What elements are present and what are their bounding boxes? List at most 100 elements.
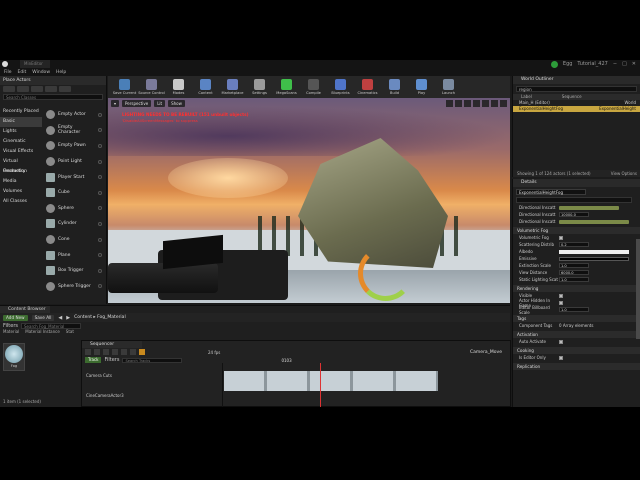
place-item[interactable]: Empty Pawn	[43, 138, 105, 154]
find-icon[interactable]	[94, 349, 100, 355]
add-track-button[interactable]: Track	[85, 357, 102, 363]
category-item[interactable]: Visual Effects	[0, 147, 42, 157]
add-new-button[interactable]: Add New	[3, 314, 28, 321]
scale-icon[interactable]	[464, 100, 471, 107]
place-item[interactable]: Sphere	[43, 201, 105, 217]
toolbar-button-cinematics[interactable]: Cinematics	[354, 76, 381, 98]
section-cooking[interactable]: Cooking	[513, 347, 640, 354]
place-mode-icon[interactable]	[3, 86, 15, 92]
place-item[interactable]: Empty Actor	[43, 107, 105, 123]
filter-tab-material-instance[interactable]: Material Instance	[25, 329, 60, 335]
property-value[interactable]: 0.2	[559, 242, 589, 247]
details-tab[interactable]: Details	[513, 179, 640, 187]
section-replication[interactable]: Replication	[513, 363, 640, 370]
auto-activate-checkbox[interactable]	[559, 339, 563, 344]
place-item[interactable]: Cylinder	[43, 216, 105, 232]
details-scrollbar[interactable]	[636, 239, 640, 339]
property-slider[interactable]	[559, 205, 619, 210]
menu-file[interactable]: File	[4, 70, 12, 75]
content-search-input[interactable]: Search Fog_Material	[21, 322, 81, 329]
hidden-in-game-checkbox[interactable]	[559, 300, 563, 305]
toolbar-button-play[interactable]: Play	[408, 76, 435, 98]
place-actors-tab[interactable]: Place Actors	[0, 76, 106, 85]
level-viewport[interactable]: ▾ Perspective Lit Show LIGHTING NEEDS TO…	[108, 98, 510, 303]
geometry-mode-icon[interactable]	[59, 86, 71, 92]
place-item[interactable]: Player Start	[43, 169, 105, 185]
category-item[interactable]: All Classes	[0, 197, 42, 207]
toolbar-button-megascans[interactable]: MegaScans	[273, 76, 300, 98]
section-activation[interactable]: Activation	[513, 331, 640, 338]
toolbar-button-build[interactable]: Build	[381, 76, 408, 98]
menu-edit[interactable]: Edit	[18, 70, 27, 75]
forward-icon[interactable]: ▶	[66, 315, 70, 321]
section-tags[interactable]: Tags	[513, 315, 640, 322]
asset-tile[interactable]: Fog	[3, 343, 25, 371]
minimize-button[interactable]: −	[613, 61, 617, 67]
source-control-status-icon[interactable]	[550, 60, 558, 68]
albedo-color-swatch[interactable]	[559, 249, 629, 254]
camera-icon[interactable]	[112, 349, 118, 355]
content-path-breadcrumb[interactable]: Content ▸ Fog_Material	[74, 315, 126, 320]
render-icon[interactable]	[103, 349, 109, 355]
perspective-button[interactable]: Perspective	[122, 100, 152, 107]
section-volumetric-fog[interactable]: Volumetric Fog	[513, 227, 640, 234]
place-item[interactable]: Plane	[43, 247, 105, 263]
toolbar-button-content[interactable]: Content	[192, 76, 219, 98]
filters-button[interactable]: Filters	[3, 323, 18, 329]
track-filters-button[interactable]: Filters	[104, 357, 119, 363]
category-item[interactable]: Volumes	[0, 187, 42, 197]
category-item[interactable]: Geometry	[0, 167, 42, 177]
visible-checkbox[interactable]	[559, 293, 563, 298]
property-value[interactable]: 10000.0	[559, 212, 589, 217]
editor-only-checkbox[interactable]	[559, 355, 563, 360]
back-icon[interactable]: ◀	[58, 315, 62, 321]
toolbar-button-marketplace[interactable]: Marketplace	[219, 76, 246, 98]
place-search-input[interactable]: Search Classes	[3, 94, 103, 100]
track-cine-camera[interactable]: CineCameraActor3	[86, 393, 124, 398]
category-item[interactable]: Virtual Production	[0, 157, 42, 174]
lit-button[interactable]: Lit	[154, 100, 166, 107]
grid-snap-icon[interactable]	[473, 100, 480, 107]
outliner-row-selected[interactable]: ExponentialHeightFog ExponentialHeight	[513, 106, 640, 112]
project-tab[interactable]: MinEditor	[20, 60, 50, 68]
toolbar-button-launch[interactable]: Launch	[435, 76, 462, 98]
view-options-button[interactable]: View Options	[611, 170, 637, 177]
category-item[interactable]: Lights	[0, 127, 42, 137]
toolbar-button-settings[interactable]: Settings	[246, 76, 273, 98]
track-camera-cuts[interactable]: Camera Cuts	[86, 373, 112, 378]
place-item[interactable]: Box Trigger	[43, 263, 105, 279]
place-item[interactable]: Point Light	[43, 154, 105, 170]
volumetric-fog-checkbox[interactable]	[559, 235, 563, 240]
outliner-col-type[interactable]: Sequence	[562, 94, 582, 100]
track-search-input[interactable]: Search Tracks	[122, 357, 183, 363]
viewport-menu-button[interactable]: ▾	[111, 100, 120, 107]
settings-icon[interactable]	[121, 349, 127, 355]
property-value[interactable]: 6000.0	[559, 270, 589, 275]
maximize-viewport-icon[interactable]	[500, 100, 507, 107]
filter-tab-material[interactable]: Material	[3, 329, 19, 335]
category-item[interactable]: Media	[0, 177, 42, 187]
camera-speed-icon[interactable]	[491, 100, 498, 107]
toolbar-button-source-control[interactable]: Source Control	[138, 76, 165, 98]
section-rendering[interactable]: Rendering	[513, 285, 640, 292]
world-outliner-tab[interactable]: World Outliner	[513, 76, 640, 84]
actor-name-field[interactable]: ExponentialHeightFog	[516, 189, 586, 195]
key-icon[interactable]	[130, 349, 136, 355]
category-item[interactable]: Basic	[0, 117, 42, 127]
angle-snap-icon[interactable]	[482, 100, 489, 107]
track-divider[interactable]	[222, 363, 223, 407]
property-value[interactable]: 1.0	[559, 263, 589, 268]
maximize-button[interactable]: □	[622, 61, 627, 67]
snap-icon[interactable]	[139, 349, 145, 355]
outliner-search-input[interactable]: region	[516, 86, 637, 92]
paint-mode-icon[interactable]	[17, 86, 29, 92]
rotation-gizmo[interactable]	[358, 246, 413, 301]
details-search-input[interactable]	[516, 197, 632, 203]
place-item[interactable]: Cone	[43, 232, 105, 248]
toolbar-button-compile[interactable]: Compile	[300, 76, 327, 98]
toolbar-button-blueprints[interactable]: Blueprints	[327, 76, 354, 98]
toolbar-button-save-current[interactable]: Save Current	[111, 76, 138, 98]
emissive-color-swatch[interactable]	[559, 256, 629, 261]
cine-camera-mesh[interactable]	[108, 234, 293, 303]
menu-window[interactable]: Window	[32, 70, 50, 75]
